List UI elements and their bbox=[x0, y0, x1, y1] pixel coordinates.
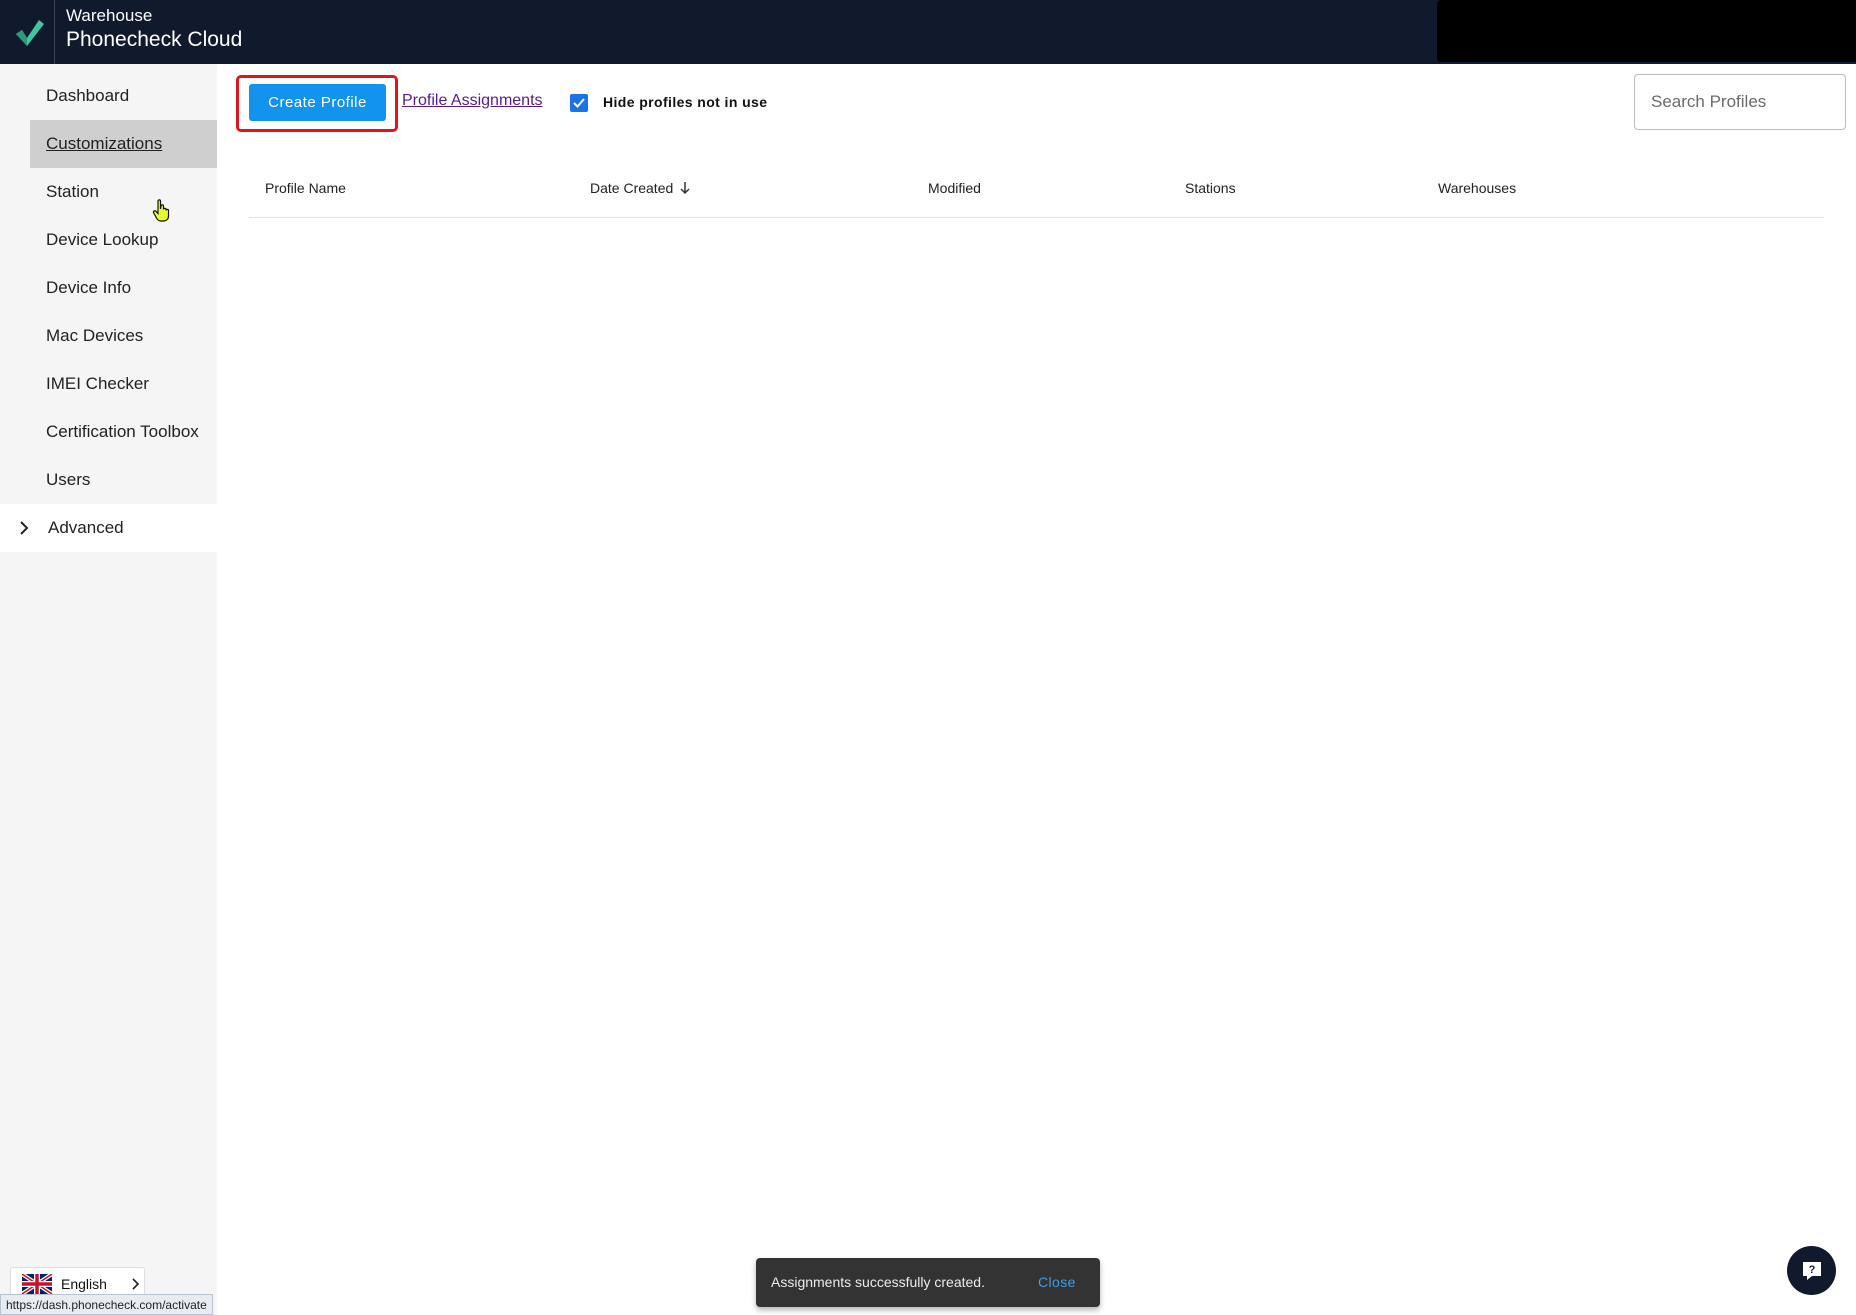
svg-text:?: ? bbox=[1809, 1264, 1816, 1276]
chevron-right-icon bbox=[132, 1278, 139, 1290]
sidebar-item-device-lookup[interactable]: Device Lookup bbox=[30, 216, 217, 264]
chevron-right-icon bbox=[20, 521, 29, 535]
sidebar-item-device-info[interactable]: Device Info bbox=[30, 264, 217, 312]
search-profiles-input[interactable] bbox=[1634, 74, 1846, 130]
advanced-label: Advanced bbox=[48, 518, 124, 537]
checkmark-icon bbox=[573, 98, 585, 108]
help-button[interactable]: ? bbox=[1787, 1246, 1836, 1295]
sidebar-nav: Dashboard Customizations Station Device … bbox=[0, 64, 217, 504]
profiles-table-header: Profile Name Date Created Modified Stati… bbox=[249, 168, 1824, 218]
language-label: English bbox=[61, 1276, 107, 1292]
hide-profiles-label: Hide profiles not in use bbox=[603, 94, 768, 110]
sidebar-item-mac-devices[interactable]: Mac Devices bbox=[30, 312, 217, 360]
sidebar-item-customizations[interactable]: Customizations bbox=[30, 120, 217, 168]
column-modified[interactable]: Modified bbox=[928, 180, 981, 196]
sidebar: Dashboard Customizations Station Device … bbox=[0, 64, 217, 1315]
logo[interactable] bbox=[0, 0, 55, 64]
sidebar-item-station[interactable]: Station bbox=[30, 168, 217, 216]
snackbar-message: Assignments successfully created. bbox=[771, 1274, 985, 1290]
sidebar-item-imei-checker[interactable]: IMEI Checker bbox=[30, 360, 217, 408]
sidebar-item-certification-toolbox[interactable]: Certification Toolbox bbox=[30, 408, 217, 456]
column-date-created-label: Date Created bbox=[590, 180, 674, 196]
column-warehouses[interactable]: Warehouses bbox=[1438, 180, 1516, 196]
column-date-created[interactable]: Date Created bbox=[590, 180, 691, 196]
account-area bbox=[1437, 0, 1856, 62]
sidebar-item-advanced[interactable]: Advanced bbox=[0, 504, 217, 552]
arrow-down-icon bbox=[680, 182, 690, 195]
checkmark-logo-icon bbox=[16, 20, 44, 46]
snackbar: Assignments successfully created. Close bbox=[756, 1258, 1100, 1307]
brand-subtitle: Warehouse bbox=[66, 6, 153, 25]
uk-flag-icon bbox=[21, 1274, 53, 1294]
profile-assignments-link[interactable]: Profile Assignments bbox=[402, 92, 543, 110]
sidebar-item-users[interactable]: Users bbox=[30, 456, 217, 504]
hide-profiles-checkbox[interactable] bbox=[570, 94, 588, 112]
help-chat-icon: ? bbox=[1803, 1262, 1821, 1280]
status-url: https://dash.phonecheck.com/activate bbox=[0, 1294, 213, 1315]
sidebar-item-dashboard[interactable]: Dashboard bbox=[30, 72, 217, 120]
create-profile-button[interactable]: Create Profile bbox=[249, 84, 386, 121]
brand-title: Phonecheck Cloud bbox=[66, 28, 243, 51]
top-bar: Warehouse Phonecheck Cloud bbox=[0, 0, 1856, 64]
hand-cursor-icon bbox=[152, 199, 170, 222]
snackbar-close-button[interactable]: Close bbox=[1038, 1274, 1076, 1290]
column-profile-name[interactable]: Profile Name bbox=[265, 180, 346, 196]
column-stations[interactable]: Stations bbox=[1185, 180, 1236, 196]
